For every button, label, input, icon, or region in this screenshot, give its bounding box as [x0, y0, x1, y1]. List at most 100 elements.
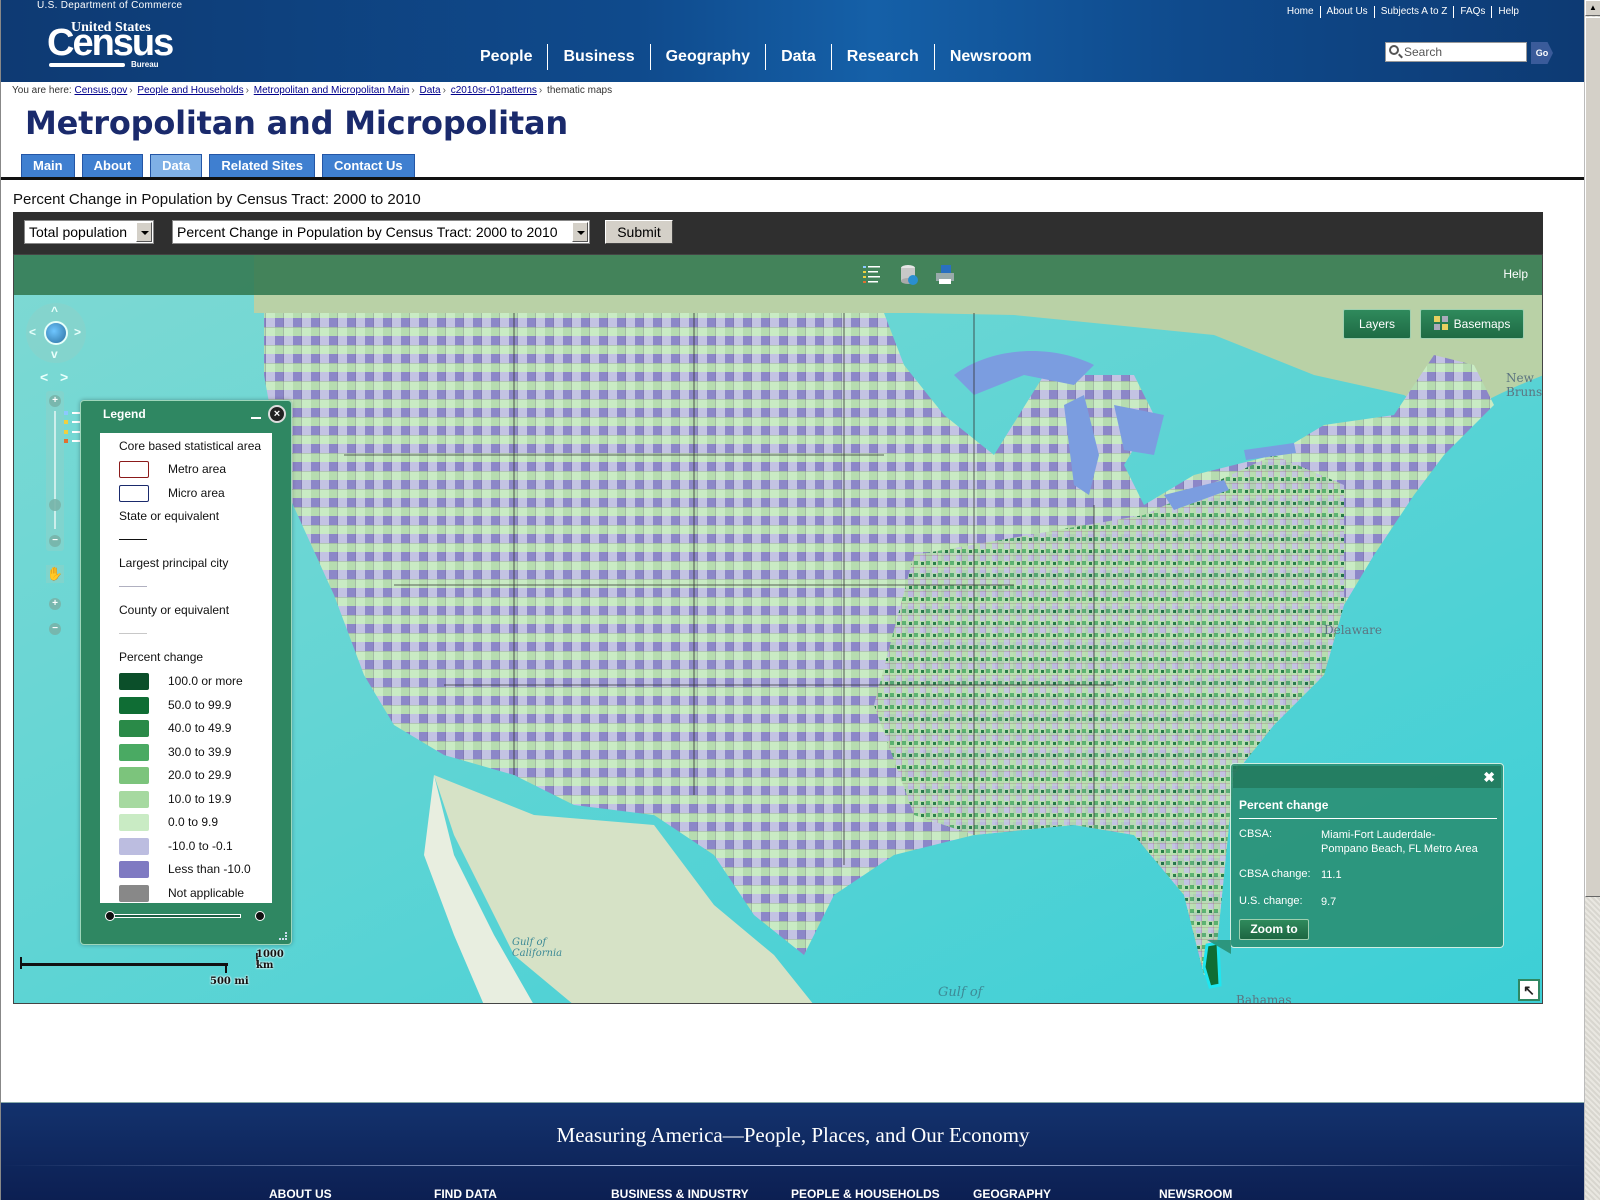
globe-icon[interactable]: [44, 321, 68, 345]
legend-swatch: [119, 673, 149, 690]
pan-control[interactable]: ^ v < >: [26, 303, 86, 363]
search-go-button[interactable]: Go: [1531, 42, 1553, 64]
main-nav: People Business Geography Data Research …: [465, 44, 1047, 70]
previous-extent-icon[interactable]: <: [40, 369, 48, 385]
scroll-left-icon[interactable]: [105, 911, 115, 921]
thematic-map[interactable]: New Brunswick Delaware Gulf of Californi…: [13, 254, 1543, 1004]
breadcrumb-link-census[interactable]: Census.gov: [74, 85, 127, 96]
pan-hand-icon[interactable]: ✋: [46, 565, 64, 583]
top-link-subjects[interactable]: Subjects A to Z: [1373, 6, 1454, 18]
tab-about[interactable]: About: [81, 154, 144, 177]
pan-right-icon[interactable]: >: [74, 325, 81, 339]
top-link-about-us[interactable]: About Us: [1319, 6, 1374, 18]
legend-class-label: Not applicable: [168, 885, 245, 900]
search-icon: [1389, 45, 1399, 55]
map-help-link[interactable]: Help: [1503, 267, 1528, 281]
footer-link-about-us[interactable]: ABOUT US: [269, 1187, 332, 1201]
legend-percent-heading: Percent change: [119, 650, 204, 664]
layer-toggle-icon[interactable]: [64, 420, 68, 424]
breadcrumb-link-patterns[interactable]: c2010sr-01patterns: [451, 85, 537, 96]
nav-people[interactable]: People: [465, 44, 547, 70]
legend-metro-label: Metro area: [168, 462, 227, 476]
layer-toggle-icon[interactable]: [64, 411, 68, 415]
zoom-in-tool-icon[interactable]: +: [49, 598, 61, 610]
breadcrumb-link-people[interactable]: People and Households: [137, 85, 243, 96]
department-label: U.S. Department of Commerce: [37, 0, 183, 11]
popup-title: Percent change: [1239, 798, 1329, 812]
nav-business[interactable]: Business: [547, 44, 649, 70]
minimize-icon[interactable]: [251, 417, 261, 419]
print-icon[interactable]: [934, 263, 956, 287]
top-link-faqs[interactable]: FAQs: [1453, 6, 1491, 18]
breadcrumb-link-metro-main[interactable]: Metropolitan and Micropolitan Main: [254, 85, 410, 96]
nav-research[interactable]: Research: [830, 44, 934, 70]
close-icon[interactable]: ×: [268, 405, 286, 423]
layers-button[interactable]: Layers: [1343, 309, 1411, 339]
footer-link-people-households[interactable]: PEOPLE & HOUSEHOLDS: [791, 1187, 940, 1201]
popup-cbsa-value-line1: Miami-Fort Lauderdale-: [1321, 829, 1436, 841]
search-placeholder: Search: [1404, 45, 1443, 59]
footer-link-find-data[interactable]: FIND DATA: [434, 1187, 497, 1201]
county-line-swatch: [119, 633, 147, 634]
zoom-in-icon[interactable]: +: [49, 395, 61, 407]
legend-class-label: Less than -10.0: [168, 862, 251, 876]
footer-divider: [1, 1165, 1585, 1166]
footer-link-newsroom[interactable]: NEWSROOM: [1159, 1187, 1232, 1201]
tab-data[interactable]: Data: [150, 154, 203, 177]
scrollbar-thumb[interactable]: [1585, 17, 1600, 897]
resize-grip-icon[interactable]: [279, 932, 287, 940]
tab-related-sites[interactable]: Related Sites: [209, 154, 316, 177]
zoom-slider-track[interactable]: [54, 411, 56, 529]
scale-tick: [225, 963, 227, 973]
map-label-delaware: Delaware: [1324, 623, 1382, 637]
footer-link-geography[interactable]: GEOGRAPHY: [973, 1187, 1051, 1201]
tab-main[interactable]: Main: [21, 154, 75, 177]
zoom-slider-handle[interactable]: [49, 499, 61, 511]
breadcrumb-current: thematic maps: [547, 85, 613, 96]
layer-toggle-icon[interactable]: [64, 430, 68, 434]
footer-link-business-industry[interactable]: BUSINESS & INDUSTRY: [611, 1187, 749, 1201]
popup-cbsa-change-value: 11.1: [1321, 869, 1342, 881]
population-select[interactable]: Total population: [24, 220, 154, 244]
pan-up-icon[interactable]: ^: [51, 304, 58, 318]
zoom-out-tool-icon[interactable]: −: [49, 623, 61, 635]
nav-newsroom[interactable]: Newsroom: [933, 44, 1047, 70]
basemaps-button[interactable]: Basemaps: [1420, 309, 1524, 339]
zoom-to-button[interactable]: Zoom to: [1239, 919, 1309, 940]
legend-state-label: State or equivalent: [119, 509, 220, 523]
page-scrollbar[interactable]: ▲: [1584, 0, 1600, 1200]
legend-county-label: County or equivalent: [119, 603, 230, 617]
submit-button[interactable]: Submit: [605, 220, 673, 244]
scroll-right-icon[interactable]: [255, 911, 265, 921]
layers-button-label: Layers: [1358, 317, 1396, 331]
map-label-new-brunswick: New Brunswick: [1506, 371, 1543, 399]
zoom-slider[interactable]: + −: [46, 391, 64, 551]
search-input[interactable]: Search: [1385, 42, 1527, 62]
legend-scrollbar[interactable]: [105, 911, 265, 921]
breadcrumb-separator: ›: [245, 85, 249, 96]
next-extent-icon[interactable]: >: [60, 369, 68, 385]
database-icon[interactable]: [898, 263, 920, 287]
zoom-out-icon[interactable]: −: [49, 535, 61, 547]
tab-contact-us[interactable]: Contact Us: [322, 154, 415, 177]
legend-scroll-track[interactable]: [113, 914, 241, 918]
breadcrumb-link-data[interactable]: Data: [420, 85, 441, 96]
overview-map-toggle-icon[interactable]: ↖: [1518, 979, 1540, 1001]
map-topic-select[interactable]: Percent Change in Population by Census T…: [172, 220, 590, 244]
top-link-help[interactable]: Help: [1491, 6, 1525, 18]
chevron-down-icon[interactable]: [136, 222, 152, 242]
logo-bureau: Bureau: [131, 60, 159, 69]
scroll-up-icon[interactable]: ▲: [1585, 0, 1600, 16]
scale-tick: [20, 957, 22, 969]
legend-icon[interactable]: [861, 263, 883, 287]
close-icon[interactable]: ✖: [1483, 769, 1495, 786]
top-link-home[interactable]: Home: [1281, 6, 1320, 18]
layer-toggle-icon[interactable]: [64, 439, 68, 443]
pan-down-icon[interactable]: v: [51, 347, 58, 361]
nav-data[interactable]: Data: [765, 44, 831, 70]
chevron-down-icon[interactable]: [572, 222, 588, 242]
pan-left-icon[interactable]: <: [29, 325, 36, 339]
nav-geography[interactable]: Geography: [649, 44, 765, 70]
scale-km-label: 1000 km: [256, 949, 284, 971]
legend-micro-label: Micro area: [168, 486, 225, 500]
